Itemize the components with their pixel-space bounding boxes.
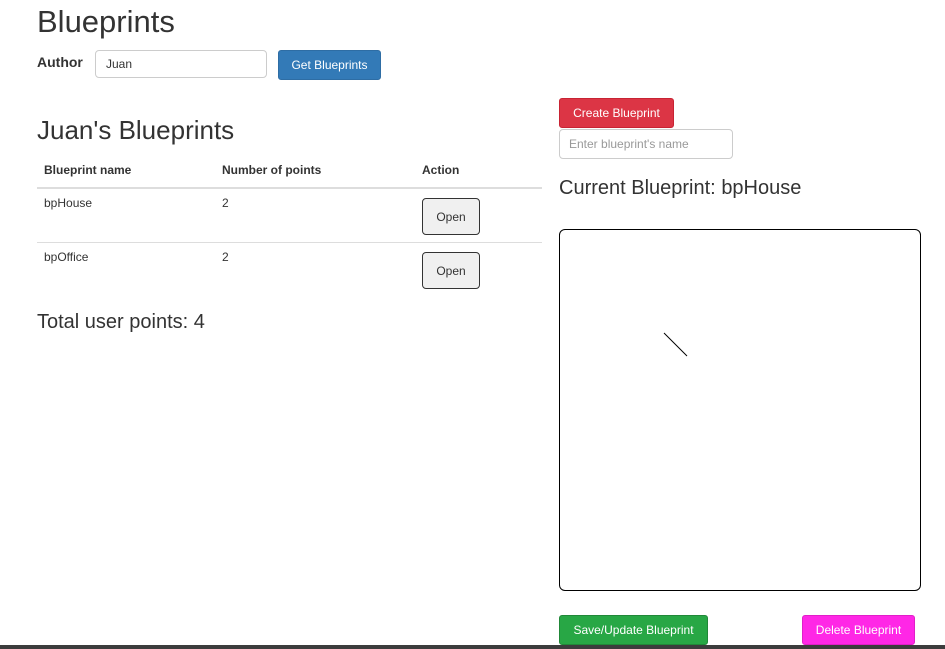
get-blueprints-button[interactable]: Get Blueprints [278, 50, 381, 80]
row-action-cell: Open [415, 243, 542, 297]
header-number-of-points: Number of points [215, 152, 415, 189]
header-action: Action [415, 152, 542, 189]
total-points-label: Total user points: [37, 311, 189, 333]
total-points-value: 4 [193, 311, 205, 333]
total-user-points: Total user points: 4 [37, 311, 205, 334]
table-row: bpHouse 2 Open [37, 188, 542, 243]
open-blueprint-button[interactable]: Open [422, 252, 480, 289]
open-blueprint-button[interactable]: Open [422, 198, 480, 235]
row-number-of-points: 2 [222, 250, 229, 264]
row-number-of-points: 2 [215, 188, 415, 243]
blueprint-canvas[interactable] [559, 229, 921, 591]
table-row: bpOffice 2 Open [37, 243, 542, 297]
delete-blueprint-button[interactable]: Delete Blueprint [802, 615, 915, 645]
blueprint-drawing [663, 332, 688, 357]
author-input[interactable] [95, 50, 267, 78]
row-blueprint-name: bpOffice [44, 250, 89, 264]
blueprints-list-title: Juan's Blueprints [37, 115, 235, 145]
blueprints-table: Blueprint name Number of points Action b… [37, 152, 542, 296]
save-update-blueprint-button[interactable]: Save/Update Blueprint [559, 615, 708, 645]
create-blueprint-button[interactable]: Create Blueprint [559, 98, 674, 128]
page-title: Blueprints [37, 4, 175, 39]
current-blueprint-heading: Current Blueprint: bpHouse [559, 177, 801, 200]
current-blueprint-label: Current Blueprint: [559, 177, 716, 199]
blueprint-name-input[interactable] [559, 129, 733, 159]
bottom-bar [0, 645, 945, 649]
current-blueprint-name: bpHouse [721, 177, 802, 199]
row-action-cell: Open [415, 188, 542, 243]
author-label: Author [37, 54, 83, 70]
header-blueprint-name: Blueprint name [37, 152, 215, 189]
blueprint-segment [663, 332, 688, 357]
table-header-row: Blueprint name Number of points Action [37, 152, 542, 189]
row-blueprint-name: bpHouse [37, 188, 215, 243]
